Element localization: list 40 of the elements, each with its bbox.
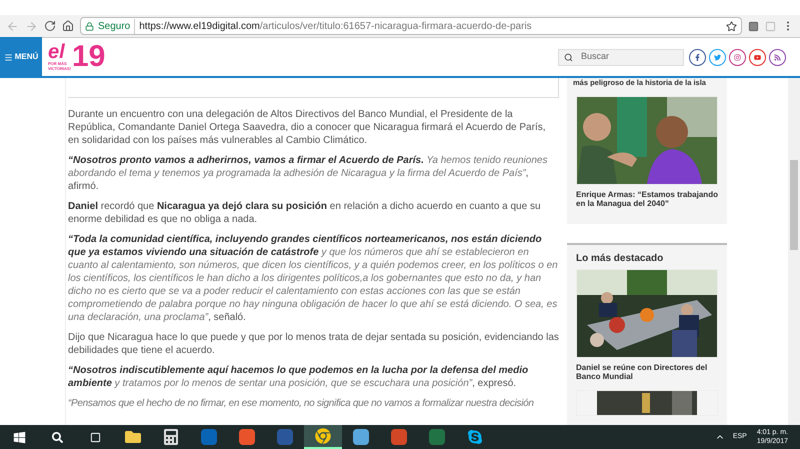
secure-label: Seguro	[98, 18, 136, 34]
youtube-link[interactable]	[749, 48, 766, 66]
scrollbar[interactable]	[788, 78, 800, 425]
twitter-link[interactable]	[709, 48, 726, 66]
task-view-icon	[90, 432, 100, 442]
article-paragraph: Daniel recordó que Nicaragua ya dejó clara su posición en relación a dicho acuerdo en cuanto a que su enorme debilidad es que no obliga a nada.	[68, 200, 542, 226]
taskbar-app-icon[interactable]	[304, 425, 342, 449]
facebook-icon	[694, 54, 701, 60]
search-icon	[52, 432, 62, 442]
search-field[interactable]: Buscar	[558, 48, 684, 66]
instagram-icon	[734, 54, 741, 60]
address-bar[interactable]: Seguro https://www.el19digital.com/articulos/ver/titulo:61657-nicaragua-firmara-acuerdo-de-paris	[80, 17, 742, 35]
article-paragraph: “Toda la comunidad científica, incluyendo grandes científicos norteamericanos, nos están diciendo que ya estamos viviendo una situación de catástrofe y que los números que ahí se establecieron en cuanto al calentamiento, son números, que dicen los científicos, y a quién podemos creer, en los políticos o en los científicos, los científicos le han dicho a los dirigentes políticos,a los gobernantes que esto no da, y han dicho no es cierto que se va a poder reducir el calentamiento con estas acciones con las que se están comprometiendo de palabra porque no hay ninguna obligación de hacer lo que ahí se está diciendo. O sea, es una declaración, una proclama”, señaló.	[68, 233, 559, 324]
article-paragraph: Dijo que Nicaragua hace lo que puede y que por lo menos trata de dejar sentada su posición, evidenciando las debilidades que tiene el acuerdo.	[68, 331, 559, 357]
home-icon[interactable]	[62, 20, 74, 32]
article-paragraph: “Nosotros pronto vamos a adherirnos, vamos a firmar el Acuerdo de París. Ya hemos tenido reuniones abordando el tema y tenemos ya programada la adhesión de Nicaragua y la firma del Acuerdo de País”, afirmó.	[68, 154, 548, 193]
menu-icon	[4, 52, 13, 62]
windows-icon	[12, 430, 26, 444]
article-paragraph: Durante un encuentro con una delegación de Altos Directivos del Banco Mundial, el Presidente de la República, Comandante Daniel Ortega Saavedra, dio a conocer que Nicaragua firmará el Acuerdo de París, en solidaridad con los países más vulnerables al Cambio Climático.	[68, 108, 546, 147]
url-text: https://www.el19digital.com/articulos/ver/titulo:61657-nicaragua-firmara-acuerdo-de-paris	[139, 20, 532, 34]
logo-number: 19	[72, 42, 106, 72]
twitter-icon	[714, 54, 721, 60]
section-title: Lo más destacado	[576, 252, 664, 266]
story-title[interactable]: Daniel se reúne con Directores del Banco Mundial	[576, 363, 718, 381]
star-icon[interactable]	[726, 20, 737, 32]
story-title[interactable]: Enrique Armas: “Estamos trabajando en la Managua del 2040”	[576, 190, 718, 208]
search-input[interactable]: Buscar	[581, 50, 671, 64]
facebook-link[interactable]	[689, 48, 706, 66]
rss-icon	[774, 54, 781, 60]
article-paragraph: “Pensamos que el hecho de no firmar, en ese momento, no significa que no vamos a formalizar nuestra decisión	[68, 397, 535, 410]
menu-button[interactable]: MENÚ	[0, 37, 42, 77]
youtube-icon	[754, 54, 761, 60]
lock-icon	[85, 22, 94, 30]
extension-icon[interactable]	[748, 20, 759, 32]
rss-link[interactable]	[769, 48, 786, 66]
instagram-link[interactable]	[729, 48, 746, 66]
article-paragraph: “Nosotros indiscutiblemente aquí hacemos lo que podemos en la lucha por la defensa del medio ambiente y tratamos por lo menos de sentar una posición, que se escuchara una posición”, expresó.	[68, 364, 530, 390]
search-icon	[564, 52, 573, 62]
logo-el: el	[48, 43, 65, 61]
reload-icon[interactable]	[44, 20, 56, 32]
